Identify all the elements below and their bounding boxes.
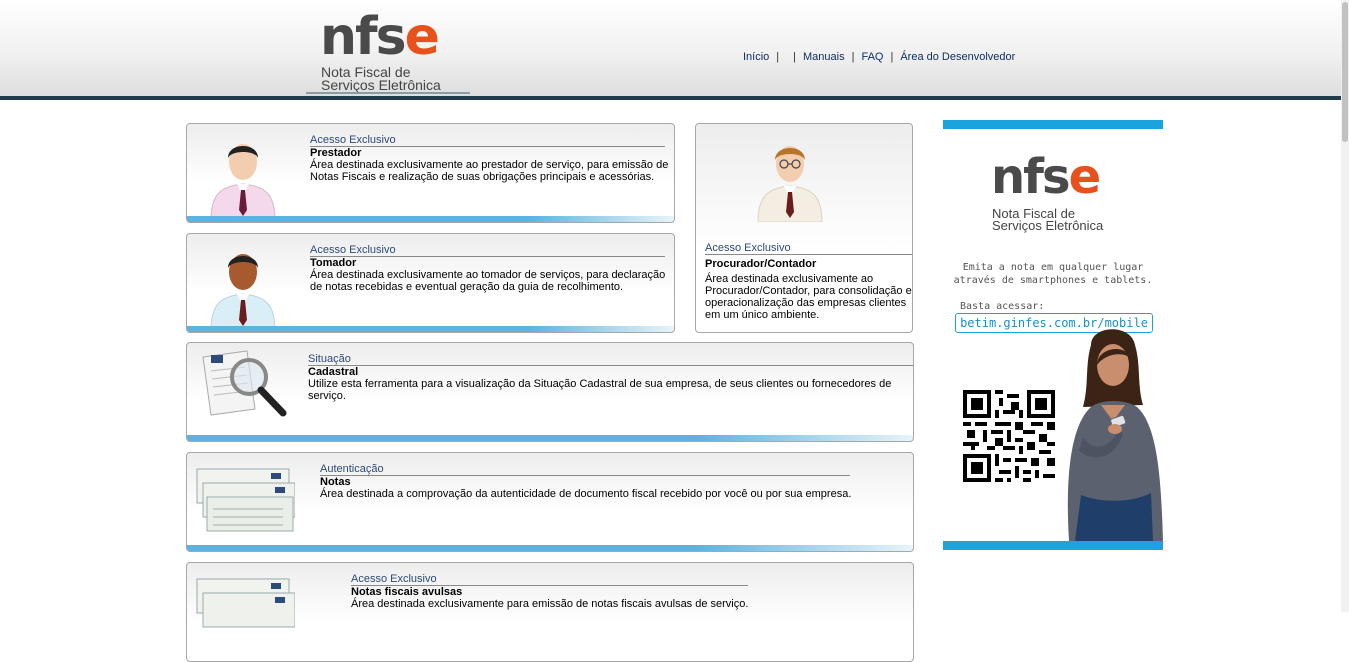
banner-tagline-1: Emita a nota em qualquer lugar	[962, 262, 1144, 273]
tomador-person-icon	[210, 254, 276, 330]
banner-logo-word: nfse	[991, 149, 1101, 205]
card-notas-avulsas[interactable]: Acesso Exclusivo Notas fiscais avulsas Á…	[186, 562, 914, 662]
nav-faq-link[interactable]: FAQ	[861, 51, 883, 63]
card-procurador[interactable]: Acesso Exclusivo Procurador/Contador Áre…	[695, 123, 913, 333]
nfse-logo[interactable]: nfse Nota Fiscal de Serviços Eletrônica	[320, 10, 470, 94]
card-prestador[interactable]: Acesso Exclusivo Prestador Área destinad…	[186, 123, 675, 223]
nav-developer-link[interactable]: Área do Desenvolvedor	[900, 51, 1015, 63]
notas-avulsas-documents-icon	[196, 578, 295, 628]
card-accent-bar	[187, 326, 674, 332]
banner-top-bar	[943, 120, 1163, 129]
card-subtitle: Cadastral	[308, 366, 359, 378]
card-accent-bar	[187, 216, 674, 222]
card-description: Utilize esta ferramenta para a visualiza…	[308, 378, 892, 402]
scrollbar-thumb[interactable]	[1342, 2, 1348, 142]
nav-manuais-link[interactable]: Manuais	[803, 51, 845, 63]
card-description: Área destinada a comprovação da autentic…	[320, 488, 852, 500]
card-title: Situação	[308, 353, 913, 366]
top-nav: Início | | Manuais | FAQ | Área do Desenvolvedo…	[743, 51, 1015, 63]
qr-code-icon	[963, 390, 1055, 482]
page-scrollbar[interactable]	[1341, 0, 1349, 612]
card-description: Área destinada exclusivamente para emiss…	[351, 598, 749, 610]
card-title: Acesso Exclusivo	[351, 573, 748, 586]
card-subtitle: Procurador/Contador	[705, 258, 817, 270]
header-rule	[0, 96, 1341, 100]
logo-word: nfse	[320, 7, 440, 67]
card-title: Autenticação	[320, 463, 850, 476]
card-description: Área destinada exclusivamente ao tomador…	[310, 269, 666, 293]
banner-access-label: Basta acessar:	[960, 301, 1045, 312]
card-subtitle: Prestador	[310, 147, 362, 159]
logo-subtitle: Nota Fiscal de Serviços Eletrônica	[321, 64, 441, 93]
card-tomador[interactable]: Acesso Exclusivo Tomador Área destinada …	[186, 233, 675, 333]
card-subtitle: Notas fiscais avulsas	[351, 586, 463, 598]
nav-separator: |	[851, 51, 855, 63]
magnifier-document-icon	[202, 350, 287, 417]
card-accent-bar	[187, 545, 913, 551]
notas-documents-icon	[196, 468, 295, 532]
card-subtitle: Tomador	[310, 257, 357, 269]
card-accent-bar	[187, 435, 913, 441]
logo-underline	[306, 92, 470, 94]
nav-separator: |	[890, 51, 894, 63]
card-autenticacao[interactable]: Autenticação Notas Área destinada a comp…	[186, 452, 914, 552]
prestador-person-icon	[210, 144, 276, 220]
banner-tagline-2: através de smartphones e tablets.	[953, 275, 1153, 286]
woman-with-phone-image	[1067, 329, 1163, 541]
header	[0, 0, 1341, 96]
card-description: Área destinada exclusivamente ao Procura…	[705, 273, 912, 321]
nav-separator: |	[776, 51, 780, 63]
card-title: Acesso Exclusivo	[705, 242, 912, 255]
card-title: Acesso Exclusivo	[310, 244, 665, 257]
card-title: Acesso Exclusivo	[310, 134, 665, 147]
card-subtitle: Notas	[320, 476, 351, 488]
banner-logo-subtitle: Nota Fiscal de Serviços Eletrônica	[992, 206, 1104, 233]
card-situacao[interactable]: Situação Cadastral Utilize esta ferramen…	[186, 342, 914, 442]
banner-bottom-bar	[943, 541, 1163, 550]
procurador-person-icon	[757, 146, 823, 222]
nav-separator: |	[793, 51, 797, 63]
card-description: Área destinada exclusivamente ao prestad…	[310, 159, 669, 183]
nav-inicio-link[interactable]: Início	[743, 51, 769, 63]
mobile-promo-banner[interactable]: nfse Nota Fiscal de Serviços Eletrônica E…	[943, 120, 1163, 550]
